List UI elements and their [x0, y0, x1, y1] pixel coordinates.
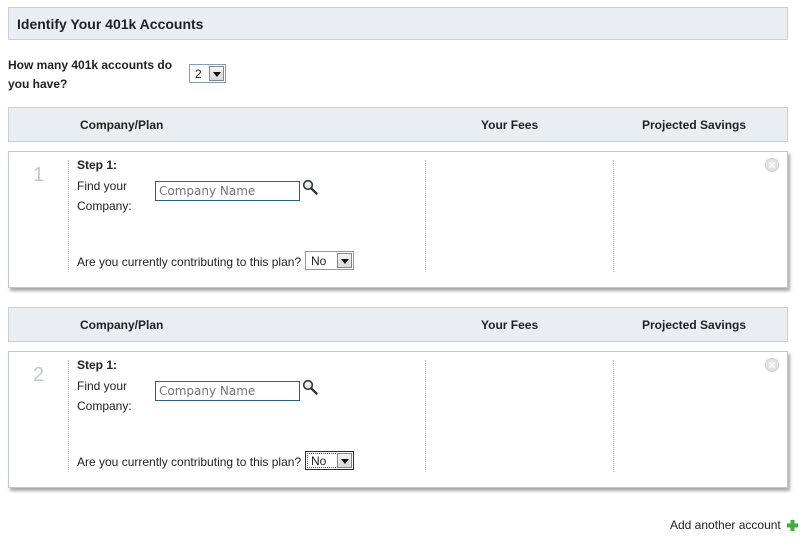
- column-divider: [68, 160, 69, 272]
- column-company-plan: Company/Plan: [80, 118, 164, 132]
- contributing-select[interactable]: No: [305, 251, 354, 270]
- column-divider: [613, 160, 614, 272]
- close-icon[interactable]: [765, 358, 779, 372]
- search-icon[interactable]: [302, 379, 318, 395]
- step-label: Step 1:: [77, 358, 118, 372]
- find-company-label: Find your Company:: [77, 179, 132, 213]
- column-projected-savings: Projected Savings: [642, 118, 747, 132]
- account-count-value: 2: [195, 67, 202, 81]
- contributing-select[interactable]: No: [305, 451, 354, 470]
- column-projected-savings: Projected Savings: [642, 318, 747, 332]
- column-divider: [425, 160, 426, 272]
- account-count-select[interactable]: 2: [189, 64, 226, 83]
- chevron-down-icon: [337, 253, 352, 268]
- account-card-1: 1 Step 1: Find your Company: Are you cur…: [8, 151, 788, 288]
- close-icon[interactable]: [765, 158, 779, 172]
- page-header: Identify Your 401k Accounts: [8, 7, 788, 40]
- account-card-2: 2 Step 1: Find your Company: Are you cur…: [8, 351, 788, 488]
- column-divider: [613, 360, 614, 472]
- add-another-account-link[interactable]: Add another account: [670, 518, 799, 532]
- chevron-down-icon: [209, 66, 224, 81]
- contributing-question: Are you currently contributing to this p…: [77, 455, 302, 469]
- account-number: 2: [33, 364, 45, 386]
- column-company-plan: Company/Plan: [80, 318, 164, 332]
- column-divider: [425, 360, 426, 472]
- step-label: Step 1:: [77, 158, 118, 172]
- table-header-2: Company/Plan Your Fees Projected Savings: [8, 307, 788, 342]
- column-your-fees: Your Fees: [481, 318, 539, 332]
- plus-icon: [787, 520, 799, 531]
- account-count-question: How many 401k accounts do you have?: [8, 58, 173, 91]
- chevron-down-icon: [337, 453, 352, 468]
- search-icon[interactable]: [302, 179, 318, 195]
- contributing-question: Are you currently contributing to this p…: [77, 255, 302, 269]
- account-number: 1: [33, 164, 45, 186]
- contributing-value: No: [311, 454, 327, 468]
- table-header-1: Company/Plan Your Fees Projected Savings: [8, 107, 788, 142]
- contributing-value: No: [311, 254, 327, 268]
- company-name-input[interactable]: [155, 381, 300, 401]
- page-title: Identify Your 401k Accounts: [17, 16, 204, 32]
- column-divider: [68, 360, 69, 472]
- find-company-label: Find your Company:: [77, 379, 132, 413]
- add-account-label: Add another account: [670, 518, 781, 532]
- company-name-input[interactable]: [155, 181, 300, 201]
- column-your-fees: Your Fees: [481, 118, 539, 132]
